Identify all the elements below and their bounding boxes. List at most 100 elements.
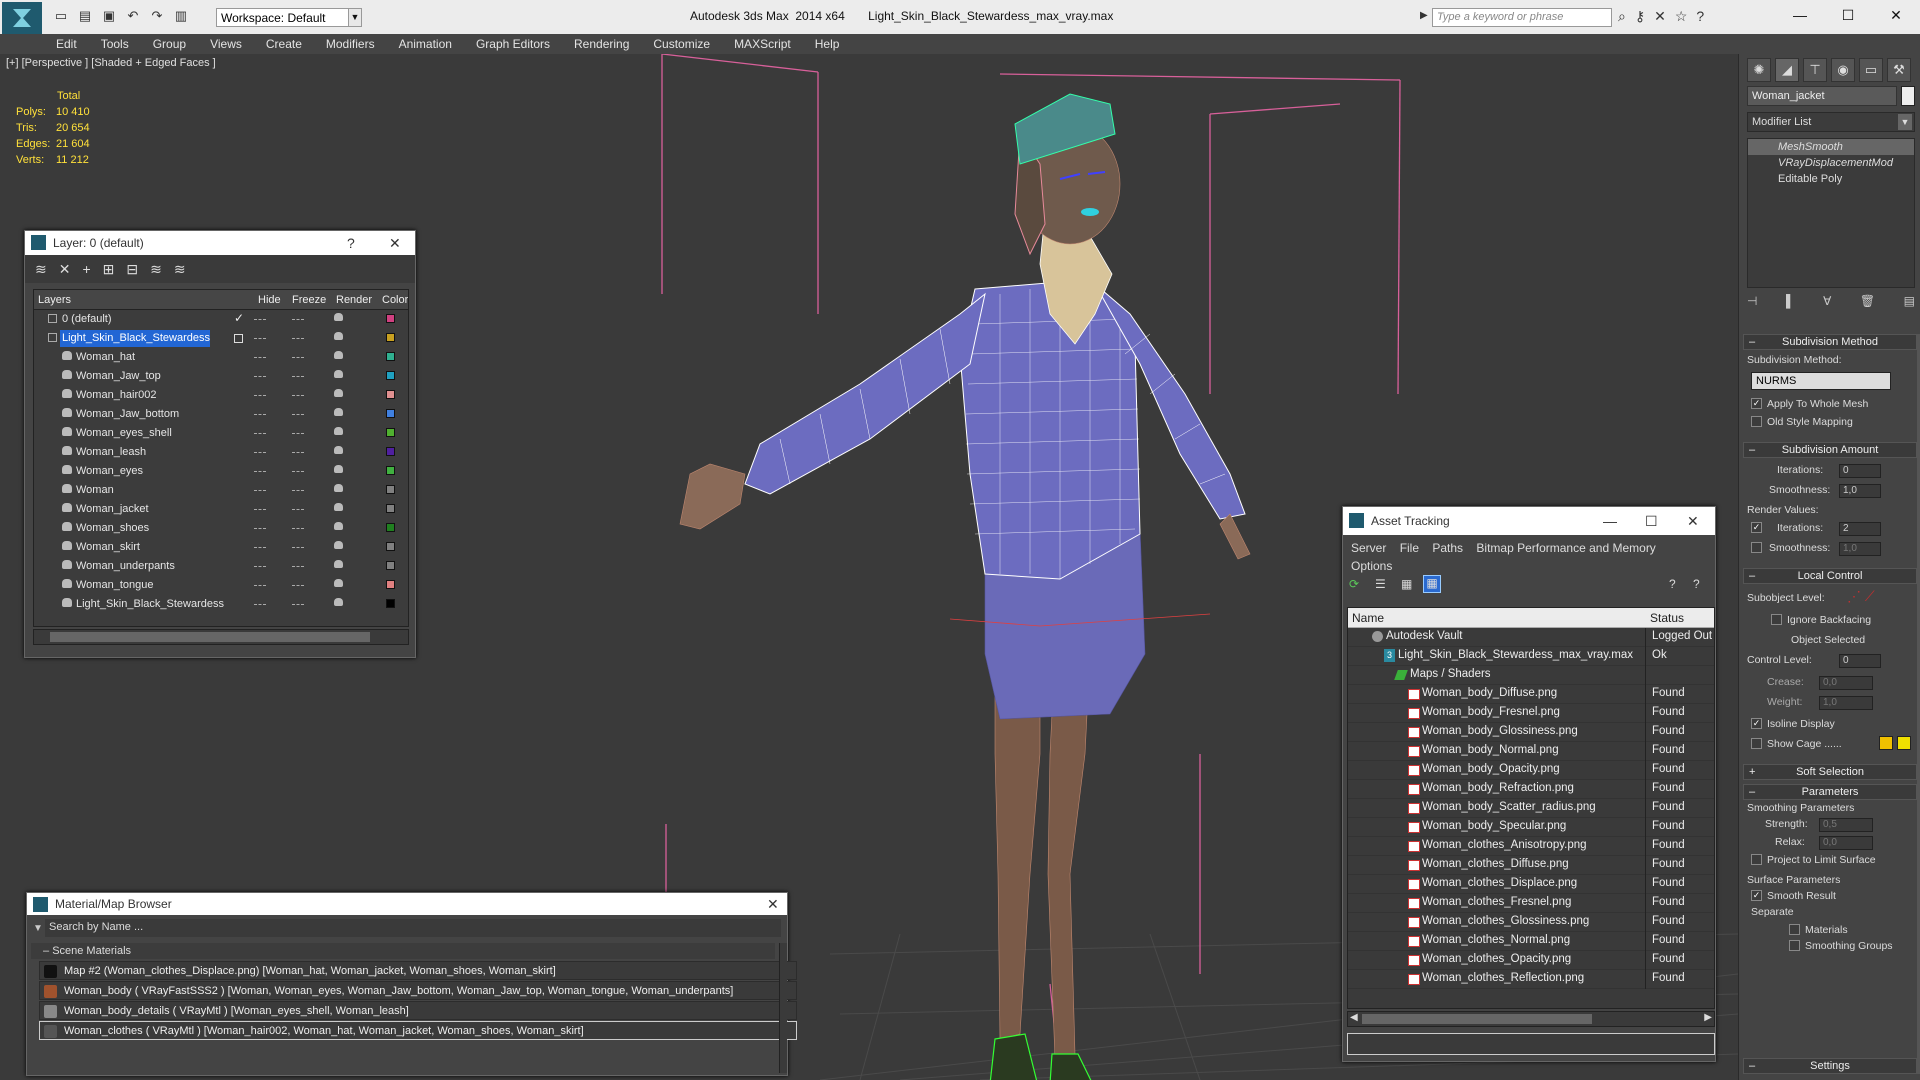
asset-row[interactable]: Autodesk Vault Logged Out bbox=[1348, 628, 1714, 647]
layer-row[interactable]: Woman_hat bbox=[34, 348, 408, 367]
create-layer-icon[interactable]: ≋ bbox=[35, 261, 47, 278]
render-toggle-icon[interactable] bbox=[334, 541, 343, 549]
layer-color-swatch[interactable] bbox=[386, 352, 395, 361]
detail-view-icon[interactable]: ▦ bbox=[1401, 577, 1412, 591]
layer-window-titlebar[interactable]: Layer: 0 (default) ? ✕ bbox=[25, 231, 415, 255]
hide-toggle[interactable] bbox=[254, 452, 266, 453]
chevron-down-icon[interactable]: ▼ bbox=[1898, 114, 1912, 130]
freeze-toggle[interactable] bbox=[292, 585, 304, 586]
asset-row[interactable]: Maps / Shaders bbox=[1348, 666, 1714, 685]
delete-layer-icon[interactable]: ✕ bbox=[59, 261, 71, 278]
layer-name[interactable]: Woman_hat bbox=[74, 349, 135, 366]
hide-toggle[interactable] bbox=[254, 338, 266, 339]
asset-row[interactable]: Woman_body_Scatter_radius.png Found bbox=[1348, 799, 1714, 818]
layer-color-swatch[interactable] bbox=[386, 333, 395, 342]
utilities-tab-icon[interactable]: ⚒ bbox=[1887, 58, 1911, 82]
menu-group[interactable]: Group bbox=[153, 34, 186, 54]
freeze-toggle[interactable] bbox=[292, 566, 304, 567]
layer-row[interactable]: Woman_eyes bbox=[34, 462, 408, 481]
layer-name[interactable]: Woman bbox=[74, 482, 114, 499]
stack-item-editable-poly[interactable]: Editable Poly bbox=[1748, 171, 1914, 187]
render-toggle-icon[interactable] bbox=[334, 446, 343, 454]
freeze-toggle[interactable] bbox=[292, 395, 304, 396]
material-vertical-scrollbar[interactable] bbox=[779, 943, 787, 1073]
render-toggle-icon[interactable] bbox=[334, 522, 343, 530]
material-item[interactable]: Map #2 (Woman_clothes_Displace.png) [Wom… bbox=[39, 961, 797, 980]
subdivision-method-dropdown[interactable]: NURMS bbox=[1751, 372, 1891, 390]
asset-row[interactable]: 3 Light_Skin_Black_Stewardess_max_vray.ma… bbox=[1348, 647, 1714, 666]
menu-maxscript[interactable]: MAXScript bbox=[734, 34, 791, 54]
layer-row[interactable]: Woman_leash bbox=[34, 443, 408, 462]
maximize-icon[interactable]: ☐ bbox=[1824, 0, 1872, 30]
layer-color-swatch[interactable] bbox=[386, 447, 395, 456]
layer-row[interactable]: Light_Skin_Black_Stewardess bbox=[34, 595, 408, 614]
asset-row[interactable]: Woman_clothes_Glossiness.png Found bbox=[1348, 913, 1714, 932]
create-tab-icon[interactable]: ✺ bbox=[1747, 58, 1771, 82]
hide-toggle[interactable] bbox=[254, 566, 266, 567]
material-item[interactable]: Woman_clothes ( VRayMtl ) [Woman_hair002… bbox=[39, 1021, 797, 1040]
col-color[interactable]: Color bbox=[382, 294, 408, 306]
freeze-toggle[interactable] bbox=[292, 452, 304, 453]
add-to-layer-icon[interactable]: + bbox=[82, 261, 90, 277]
layer-color-swatch[interactable] bbox=[386, 599, 395, 608]
hide-toggle[interactable] bbox=[254, 490, 266, 491]
hide-toggle[interactable] bbox=[254, 433, 266, 434]
menu-rendering[interactable]: Rendering bbox=[574, 34, 629, 54]
render-toggle-icon[interactable] bbox=[334, 351, 343, 359]
asset-row[interactable]: Woman_clothes_Displace.png Found bbox=[1348, 875, 1714, 894]
col-hide[interactable]: Hide bbox=[258, 294, 281, 306]
layer-color-swatch[interactable] bbox=[386, 580, 395, 589]
make-unique-icon[interactable]: ∀ bbox=[1823, 294, 1831, 308]
minimize-icon[interactable]: — bbox=[1603, 507, 1617, 535]
layer-row[interactable]: Woman_skirt bbox=[34, 538, 408, 557]
asset-row[interactable]: Woman_clothes_Normal.png Found bbox=[1348, 932, 1714, 951]
iterations-spinner[interactable]: 0 bbox=[1839, 464, 1881, 478]
menu-options[interactable]: Options bbox=[1351, 559, 1392, 573]
object-color-swatch[interactable] bbox=[1901, 86, 1915, 106]
layer-color-swatch[interactable] bbox=[386, 390, 395, 399]
save-file-icon[interactable]: ▣ bbox=[100, 7, 118, 25]
maximize-icon[interactable]: ☐ bbox=[1645, 507, 1658, 535]
refresh-icon[interactable]: ⟳ bbox=[1349, 577, 1359, 591]
material-item[interactable]: Woman_body ( VRayFastSSS2 ) [Woman, Woma… bbox=[39, 981, 797, 1000]
layer-name[interactable]: Woman_leash bbox=[74, 444, 146, 461]
layer-name[interactable]: Woman_jacket bbox=[74, 501, 149, 518]
hide-toggle[interactable] bbox=[254, 528, 266, 529]
layer-name[interactable]: Woman_eyes bbox=[74, 463, 143, 480]
col-render[interactable]: Render bbox=[336, 294, 372, 306]
set-current-layer-checkbox[interactable] bbox=[234, 334, 243, 343]
menu-animation[interactable]: Animation bbox=[399, 34, 452, 54]
search-by-name-input[interactable]: Search by Name ... bbox=[45, 919, 781, 937]
layer-row[interactable]: Light_Skin_Black_Stewardess bbox=[34, 329, 408, 348]
hide-toggle[interactable] bbox=[254, 395, 266, 396]
asset-row[interactable]: Woman_body_Refraction.png Found bbox=[1348, 780, 1714, 799]
layer-name[interactable]: 0 (default) bbox=[60, 311, 112, 328]
hierarchy-tab-icon[interactable]: ⊤ bbox=[1803, 58, 1827, 82]
rollout-local-control[interactable]: – Local Control bbox=[1743, 568, 1917, 584]
menu-bitmap-performance[interactable]: Bitmap Performance and Memory bbox=[1476, 541, 1655, 555]
browser-options-icon[interactable]: ▼ bbox=[33, 923, 43, 934]
freeze-toggle[interactable] bbox=[292, 414, 304, 415]
menu-graph-editors[interactable]: Graph Editors bbox=[476, 34, 550, 54]
layer-color-swatch[interactable] bbox=[386, 504, 395, 513]
control-level-spinner[interactable]: 0 bbox=[1839, 654, 1881, 668]
hide-toggle[interactable] bbox=[254, 604, 266, 605]
freeze-toggle[interactable] bbox=[292, 509, 304, 510]
workspace-dropdown[interactable]: Workspace: Default bbox=[216, 8, 362, 27]
layer-name[interactable]: Light_Skin_Black_Stewardess bbox=[60, 330, 210, 347]
freeze-toggle[interactable] bbox=[292, 376, 304, 377]
layer-row[interactable]: Woman_hair002 bbox=[34, 386, 408, 405]
close-icon[interactable]: ✕ bbox=[389, 231, 401, 255]
search-expand-icon[interactable]: ▶ bbox=[1420, 10, 1428, 21]
render-toggle-icon[interactable] bbox=[334, 370, 343, 378]
menu-customize[interactable]: Customize bbox=[653, 34, 710, 54]
help-icon[interactable]: ? bbox=[347, 231, 355, 255]
cage-color-swatch-1[interactable] bbox=[1879, 736, 1893, 750]
asset-row[interactable]: Woman_body_Specular.png Found bbox=[1348, 818, 1714, 837]
layer-name[interactable]: Woman_skirt bbox=[74, 539, 140, 556]
weight-spinner[interactable]: 1,0 bbox=[1819, 696, 1873, 710]
cage-color-swatch-2[interactable] bbox=[1897, 736, 1911, 750]
render-toggle-icon[interactable] bbox=[334, 560, 343, 568]
object-name-field[interactable]: Woman_jacket bbox=[1747, 86, 1897, 106]
binoculars-icon[interactable]: ⌕ bbox=[1618, 8, 1626, 25]
